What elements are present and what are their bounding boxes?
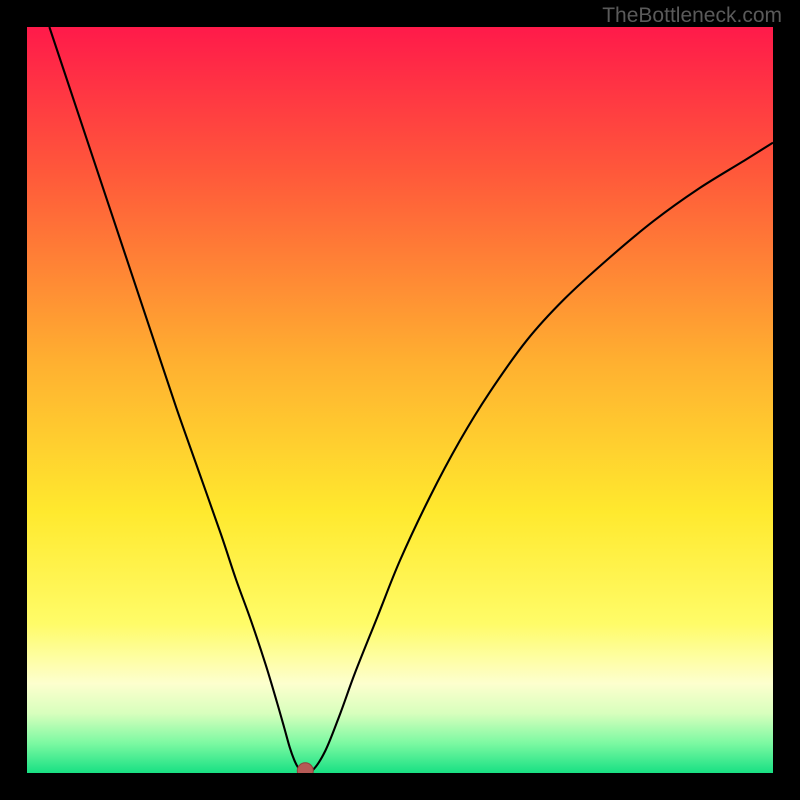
plot-frame bbox=[27, 27, 773, 773]
chart-canvas bbox=[27, 27, 773, 773]
gradient-background bbox=[27, 27, 773, 773]
watermark-text: TheBottleneck.com bbox=[602, 4, 782, 28]
